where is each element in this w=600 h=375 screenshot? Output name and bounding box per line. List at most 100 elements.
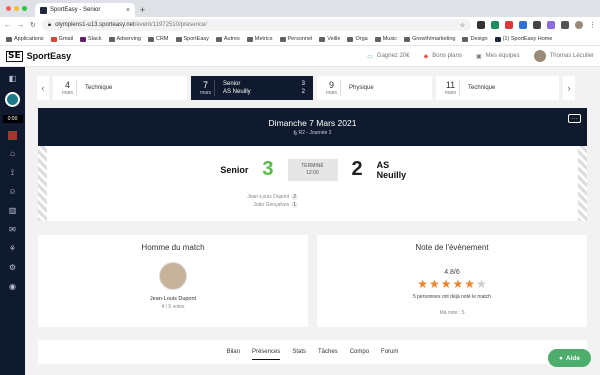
address-bar[interactable]: 🔒︎ olympiens1-u13.sporteasy.net/event/11… [41, 19, 471, 31]
avatar [533, 50, 546, 62]
scorer[interactable]: João Gonçalves 1 [253, 202, 298, 208]
bookmark-item[interactable]: Adserving [108, 36, 141, 42]
settings-gear-icon[interactable]: ⚙ [7, 262, 18, 273]
carousel-prev-icon[interactable]: ‹ [37, 76, 49, 100]
star-filled-icon[interactable]: ★ [417, 278, 428, 290]
user-menu[interactable]: Thomas Léculier [533, 50, 594, 62]
players-icon[interactable]: ☺ [7, 186, 18, 197]
tab-presences[interactable]: Présences [251, 345, 281, 360]
event-label: Technique [85, 85, 113, 91]
team-flag-icon[interactable] [8, 131, 17, 140]
scorers-list: Jean-Louis Dupont 2 João Gonçalves 1 [188, 194, 298, 208]
deals-link[interactable]: ◆ Bons plans [424, 53, 462, 60]
earn-link[interactable]: ▭ Gagnez 20€ [367, 53, 409, 60]
folder-icon [319, 36, 326, 42]
player-photo[interactable] [159, 262, 187, 290]
bookmark-item[interactable]: Personnel [279, 36, 312, 42]
maximize-window-dot[interactable] [22, 6, 27, 11]
my-rating: Ma note : 5 [439, 310, 465, 316]
help-button[interactable]: ● Aide [548, 349, 591, 367]
bookmark-item[interactable]: Gmail [50, 36, 73, 42]
extension-icon[interactable] [477, 21, 485, 29]
close-tab-icon[interactable]: × [126, 7, 130, 14]
stats-icon[interactable]: ▥ [7, 205, 18, 216]
match-round: ⟬⟭ R2 - Journée 2 [293, 130, 332, 136]
tab-compo[interactable]: Compo [350, 345, 369, 359]
gmail-icon [50, 36, 57, 42]
bookmark-item[interactable]: Music [374, 36, 397, 42]
tactics-icon[interactable]: ⟟ [7, 167, 18, 178]
bookmark-star-icon[interactable]: ☆ [460, 22, 465, 29]
scorer[interactable]: Jean-Louis Dupont 2 [247, 194, 298, 200]
star-filled-icon[interactable]: ★ [464, 278, 475, 290]
card-title: Homme du match [141, 243, 205, 252]
bookmark-item[interactable]: Slack [80, 36, 102, 42]
star-filled-icon[interactable]: ★ [429, 278, 440, 290]
handshake-icon[interactable]: ⚘ [7, 243, 18, 254]
match-header: Dimanche 7 Mars 2021 ⟬⟭ R2 - Journée 2 ·… [38, 108, 587, 146]
bookmark-item[interactable]: CRM [147, 36, 169, 42]
browser-tab[interactable]: SportEasy - Senior × [35, 3, 135, 17]
profile-avatar-icon[interactable] [575, 21, 583, 29]
star-filled-icon[interactable]: ★ [441, 278, 452, 290]
sporteasy-logo[interactable]: SE SportEasy [6, 50, 71, 62]
tab-taches[interactable]: Tâches [318, 345, 338, 359]
tab-bilan[interactable]: Bilan [227, 345, 240, 359]
extension-icon[interactable] [491, 21, 499, 29]
extension-icon[interactable] [533, 21, 541, 29]
star-empty-icon[interactable]: ★ [476, 278, 487, 290]
reload-icon[interactable]: ↻ [30, 21, 36, 29]
bookmark-item[interactable]: Design [462, 36, 488, 42]
forward-icon[interactable]: → [17, 22, 24, 29]
extension-icon[interactable] [547, 21, 555, 29]
folder-icon [215, 36, 222, 42]
extension-icon[interactable] [519, 21, 527, 29]
extension-icon[interactable] [505, 21, 513, 29]
event-card[interactable]: 9 mars Physique [317, 76, 432, 100]
home-icon[interactable]: ⌂ [7, 148, 18, 159]
event-card-active[interactable]: 7 mars Senior 3 AS Neuilly 2 [191, 76, 313, 100]
messages-icon[interactable]: ✉ [7, 224, 18, 235]
bookmark-item[interactable]: Veille [319, 36, 340, 42]
main-content: ‹ 4 mars Technique 7 mars Senior 3 AS Neuil… [25, 67, 600, 375]
bookmark-item[interactable]: Autres [215, 36, 240, 42]
folder-icon [108, 36, 115, 42]
rating-count: 5 personnes ont déjà noté le match [412, 294, 492, 300]
event-card[interactable]: 11 mars Technique [436, 76, 559, 100]
collapse-sidebar-icon[interactable]: ◧ [7, 73, 18, 84]
tab-forum[interactable]: Forum [381, 345, 398, 359]
more-options-button[interactable]: ··· [568, 114, 581, 123]
star-filled-icon[interactable]: ★ [453, 278, 464, 290]
bookmark-item[interactable]: Orga [347, 36, 368, 42]
bookmark-item[interactable]: (1) SportEasy Home [494, 36, 552, 42]
event-label: Technique [468, 85, 496, 91]
rating-stars[interactable]: ★ ★ ★ ★ ★ ★ [417, 278, 487, 290]
extensions-puzzle-icon[interactable] [561, 21, 569, 29]
carousel-next-icon[interactable]: › [563, 76, 575, 100]
back-icon[interactable]: ← [4, 22, 11, 29]
tab-stats[interactable]: Stats [292, 345, 306, 359]
minimize-window-dot[interactable] [14, 6, 19, 11]
app-sidebar: ◧ 0:00 ⌂ ⟟ ☺ ▥ ✉ ⚘ ⚙ ◉ [0, 67, 25, 375]
logo-text: SportEasy [26, 51, 72, 61]
event-tabs: Bilan Présences Stats Tâches Compo Forum [38, 340, 587, 364]
bookmark-item[interactable]: Applications [6, 36, 44, 42]
club-badge-icon[interactable] [5, 92, 20, 107]
match-status: TERMINÉ 12:00 [287, 158, 338, 181]
window-controls [0, 6, 35, 17]
bookmark-item[interactable]: Growth/marketing [404, 36, 455, 42]
player-name[interactable]: Jean-Louis Dupont [150, 296, 196, 302]
close-window-dot[interactable] [6, 6, 11, 11]
folder-icon [175, 36, 182, 42]
chat-bubble-icon: ● [558, 354, 563, 362]
slack-icon [80, 36, 87, 42]
event-card[interactable]: 4 mars Technique [53, 76, 187, 100]
folder-icon [347, 36, 354, 42]
bookmark-item[interactable]: Metrics [246, 36, 273, 42]
my-teams-link[interactable]: ▣ Mes équipes [476, 53, 520, 60]
new-tab-button[interactable]: + [140, 5, 145, 17]
bookmark-item[interactable]: SportEasy [175, 36, 209, 42]
event-label: Physique [349, 85, 374, 91]
browser-menu-icon[interactable]: ⋮ [589, 21, 596, 29]
user-avatar-icon[interactable]: ◉ [7, 281, 18, 292]
